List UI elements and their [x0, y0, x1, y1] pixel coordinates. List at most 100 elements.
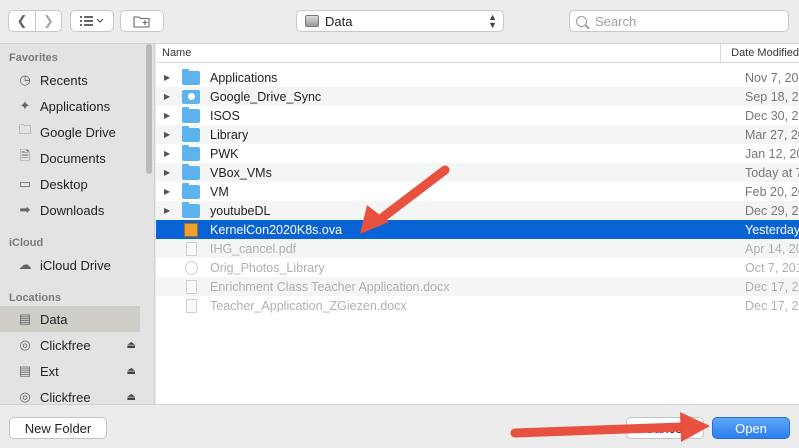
- location-popup[interactable]: Data ▲ ▼: [296, 10, 504, 32]
- sidebar-item-downloads[interactable]: ➡ Downloads: [0, 197, 140, 223]
- sidebar-item-label: Clickfree: [40, 389, 91, 405]
- file-row[interactable]: KernelCon2020K8s.ova Yesterday: [156, 220, 799, 239]
- sidebar-item-desktop[interactable]: ▭ Desktop: [0, 171, 140, 197]
- new-folder-toolbar-button[interactable]: [120, 10, 164, 32]
- file-row[interactable]: IHG_cancel.pdf Apr 14, 2019: [156, 239, 799, 258]
- download-icon: ➡: [19, 202, 31, 217]
- cloud-icon: ☁: [18, 257, 32, 272]
- sidebar: Favorites ◷ Recents ✦ Applications 🗀 Goo…: [0, 44, 155, 404]
- file-name: Orig_Photos_Library: [210, 260, 325, 275]
- file-name: VBox_VMs: [210, 165, 272, 180]
- sidebar-item-label: Clickfree: [40, 337, 91, 353]
- sidebar-item-applications[interactable]: ✦ Applications: [0, 93, 140, 119]
- file-name: Google_Drive_Sync: [210, 89, 322, 104]
- file-name: Applications: [210, 70, 278, 85]
- search-placeholder: Search: [595, 13, 637, 29]
- drive-icon: ▤: [18, 363, 32, 378]
- file-date: Feb 20, 2020: [745, 184, 799, 199]
- disclosure-triangle-icon[interactable]: ▶: [164, 130, 174, 139]
- search-field[interactable]: Search: [569, 10, 789, 32]
- disclosure-triangle-icon[interactable]: ▶: [164, 187, 174, 196]
- file-date: Dec 29, 2019: [745, 203, 799, 218]
- search-icon: [576, 15, 587, 27]
- toolbar: ❮ ❯ Data ▲ ▼ Search: [0, 0, 799, 44]
- file-row[interactable]: ▶ Applications Nov 7, 2019: [156, 68, 799, 87]
- file-date: Dec 30, 2019: [745, 108, 799, 123]
- drive-icon: ▤: [18, 311, 32, 326]
- file-row[interactable]: ▶ Google_Drive_Sync Sep 18, 2019: [156, 87, 799, 106]
- file-date: Jan 12, 2020: [745, 146, 799, 161]
- file-row[interactable]: ▶ youtubeDL Dec 29, 2019: [156, 201, 799, 220]
- disclosure-triangle-icon[interactable]: ▶: [164, 111, 174, 120]
- column-header-date[interactable]: Date Modified: [720, 44, 799, 62]
- file-name: Library: [210, 127, 249, 142]
- document-icon: 🗎: [19, 148, 31, 163]
- file-date: Oct 7, 2019: [745, 260, 799, 275]
- location-label: Data: [325, 13, 353, 29]
- sidebar-heading-icloud: iCloud: [9, 237, 44, 249]
- forward-button[interactable]: ❯: [34, 11, 61, 31]
- view-options-button[interactable]: [70, 10, 114, 32]
- folder-icon: [182, 182, 200, 199]
- file-row[interactable]: Orig_Photos_Library Oct 7, 2019: [156, 258, 799, 277]
- eject-icon[interactable]: ⏏: [127, 392, 136, 403]
- chevron-left-icon: ❮: [16, 13, 28, 28]
- sidebar-item-documents[interactable]: 🗎 Documents: [0, 145, 140, 171]
- applications-icon: ✦: [19, 98, 31, 113]
- open-button[interactable]: Open: [712, 417, 790, 439]
- file-date: Mar 27, 2019: [745, 127, 799, 142]
- clock-icon: ◷: [19, 72, 31, 87]
- new-folder-button[interactable]: New Folder: [9, 417, 107, 439]
- sidebar-item-label: Applications: [40, 98, 111, 114]
- back-button[interactable]: ❮: [9, 11, 35, 31]
- sidebar-item-label: Recents: [40, 72, 88, 88]
- photos-library-icon: [185, 260, 198, 275]
- file-row[interactable]: ▶ VBox_VMs Today at 7:: [156, 163, 799, 182]
- drive-icon: [305, 15, 319, 27]
- sidebar-item-label: Data: [40, 311, 68, 327]
- file-date: Today at 7:: [745, 165, 799, 180]
- sidebar-heading-favorites: Favorites: [9, 52, 58, 64]
- google-drive-folder-icon: [182, 89, 200, 104]
- sidebar-item-label: Google Drive: [40, 124, 116, 140]
- sidebar-item-clickfree[interactable]: ◎ Clickfree ⏏: [0, 332, 140, 358]
- file-name: IHG_cancel.pdf: [210, 241, 297, 256]
- sidebar-item-icloud-drive[interactable]: ☁ iCloud Drive: [0, 252, 140, 278]
- disclosure-triangle-icon[interactable]: ▶: [164, 206, 174, 215]
- file-row[interactable]: ▶ PWK Jan 12, 2020: [156, 144, 799, 163]
- file-row[interactable]: Teacher_Application_ZGiezen.docx Dec 17, …: [156, 296, 799, 315]
- folder-icon: [182, 125, 200, 142]
- disclosure-triangle-icon[interactable]: ▶: [164, 149, 174, 158]
- list-view-icon: [80, 16, 104, 26]
- disclosure-triangle-icon[interactable]: ▶: [164, 73, 174, 82]
- file-list: Name Date Modified ▶ Applications Nov 7, 2…: [156, 44, 799, 404]
- disclosure-triangle-icon[interactable]: ▶: [164, 92, 174, 101]
- sidebar-scrollbar[interactable]: [146, 44, 152, 174]
- file-row[interactable]: Enrichment Class Teacher Application.doc…: [156, 277, 799, 296]
- sidebar-item-label: Desktop: [40, 176, 88, 192]
- sidebar-item-ext[interactable]: ▤ Ext ⏏: [0, 358, 140, 384]
- sidebar-item-recents[interactable]: ◷ Recents: [0, 67, 140, 93]
- cancel-button[interactable]: Cancel: [626, 417, 704, 439]
- bottom-bar: New Folder Cancel Open: [0, 404, 799, 448]
- file-row[interactable]: ▶ Library Mar 27, 2019: [156, 125, 799, 144]
- sidebar-item-label: Ext: [40, 363, 59, 379]
- folder-icon: [182, 106, 200, 123]
- file-row[interactable]: ▶ VM Feb 20, 2020: [156, 182, 799, 201]
- sidebar-item-data[interactable]: ▤ Data: [0, 306, 140, 332]
- folder-icon: [182, 68, 200, 85]
- disclosure-triangle-icon[interactable]: ▶: [164, 168, 174, 177]
- file-date: Nov 7, 2019: [745, 70, 799, 85]
- file-date: Dec 17, 2019: [745, 298, 799, 313]
- document-icon: [186, 298, 197, 313]
- desktop-icon: ▭: [18, 176, 32, 191]
- eject-icon[interactable]: ⏏: [127, 366, 136, 377]
- eject-icon[interactable]: ⏏: [127, 340, 136, 351]
- sidebar-item-clickfree-2[interactable]: ◎ Clickfree ⏏: [0, 384, 140, 404]
- folder-icon: [182, 201, 200, 218]
- chevron-right-icon: ❯: [43, 13, 54, 28]
- file-row[interactable]: ▶ ISOS Dec 30, 2019: [156, 106, 799, 125]
- sidebar-item-google-drive[interactable]: 🗀 Google Drive: [0, 119, 140, 145]
- updown-chevron-icon: ▲ ▼: [488, 12, 497, 30]
- column-header-name[interactable]: Name: [156, 44, 720, 62]
